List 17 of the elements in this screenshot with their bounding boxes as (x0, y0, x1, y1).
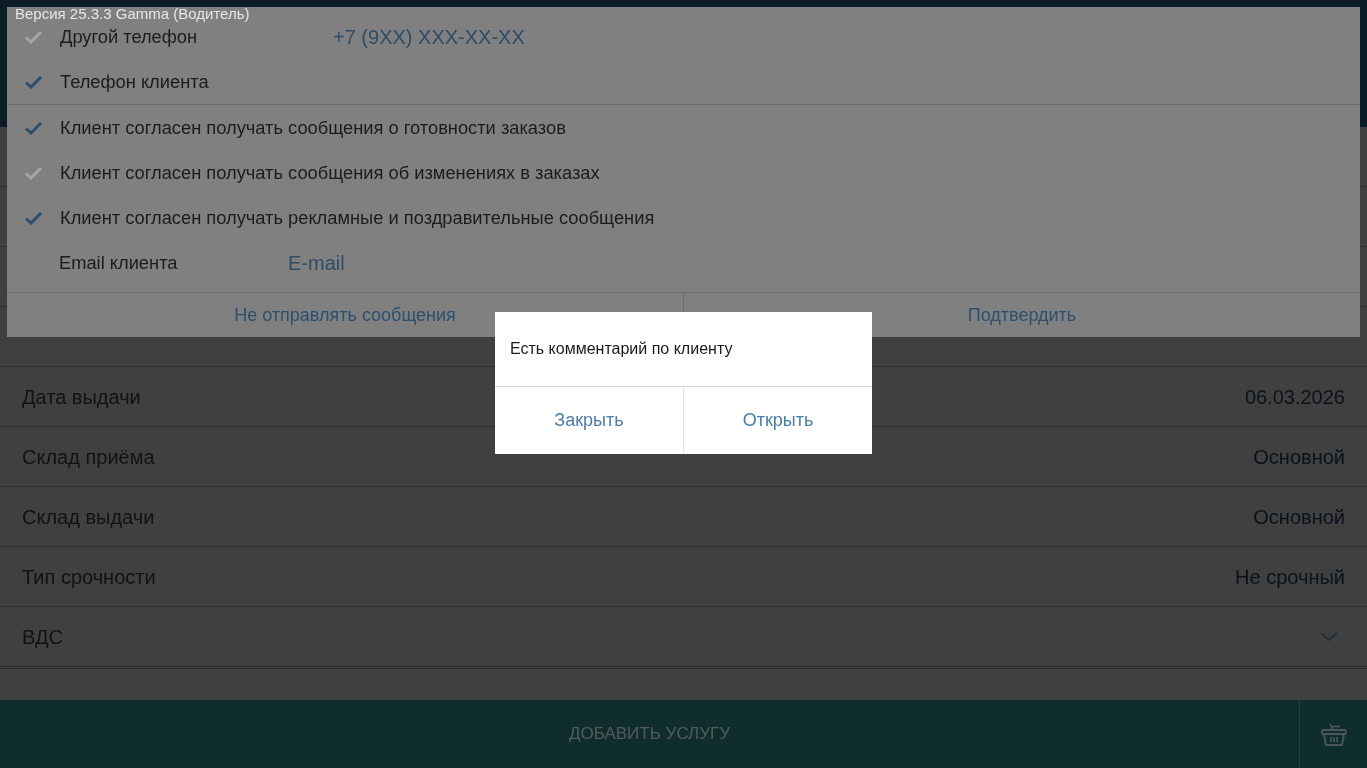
chevron-down-icon[interactable] (1320, 632, 1338, 641)
version-label: Версия 25.3.3 Gamma (Водитель) (15, 5, 250, 23)
option-label: Телефон клиента (60, 69, 209, 94)
dialog-message: Есть комментарий по клиенту (510, 339, 733, 359)
checkbox[interactable] (24, 165, 43, 180)
email-input[interactable]: E-mail (288, 247, 528, 278)
option-label: Другой телефон (60, 24, 199, 49)
checkbox[interactable] (24, 210, 43, 225)
option-label: Клиент согласен получать сообщения об изменениях в заказах (60, 160, 600, 185)
option-label: Клиент согласен получать сообщения о готовности заказов (60, 115, 566, 140)
email-label: Email клиента (59, 250, 179, 275)
checkbox[interactable] (24, 74, 43, 89)
phone-input[interactable]: +7 (9XX) XXX-XX-XX (333, 21, 573, 52)
basket-icon (1320, 722, 1347, 746)
checkbox[interactable] (24, 29, 43, 44)
option-label: Клиент согласен получать рекламные и поздравительные сообщения (60, 205, 655, 230)
checkbox[interactable] (24, 120, 43, 135)
